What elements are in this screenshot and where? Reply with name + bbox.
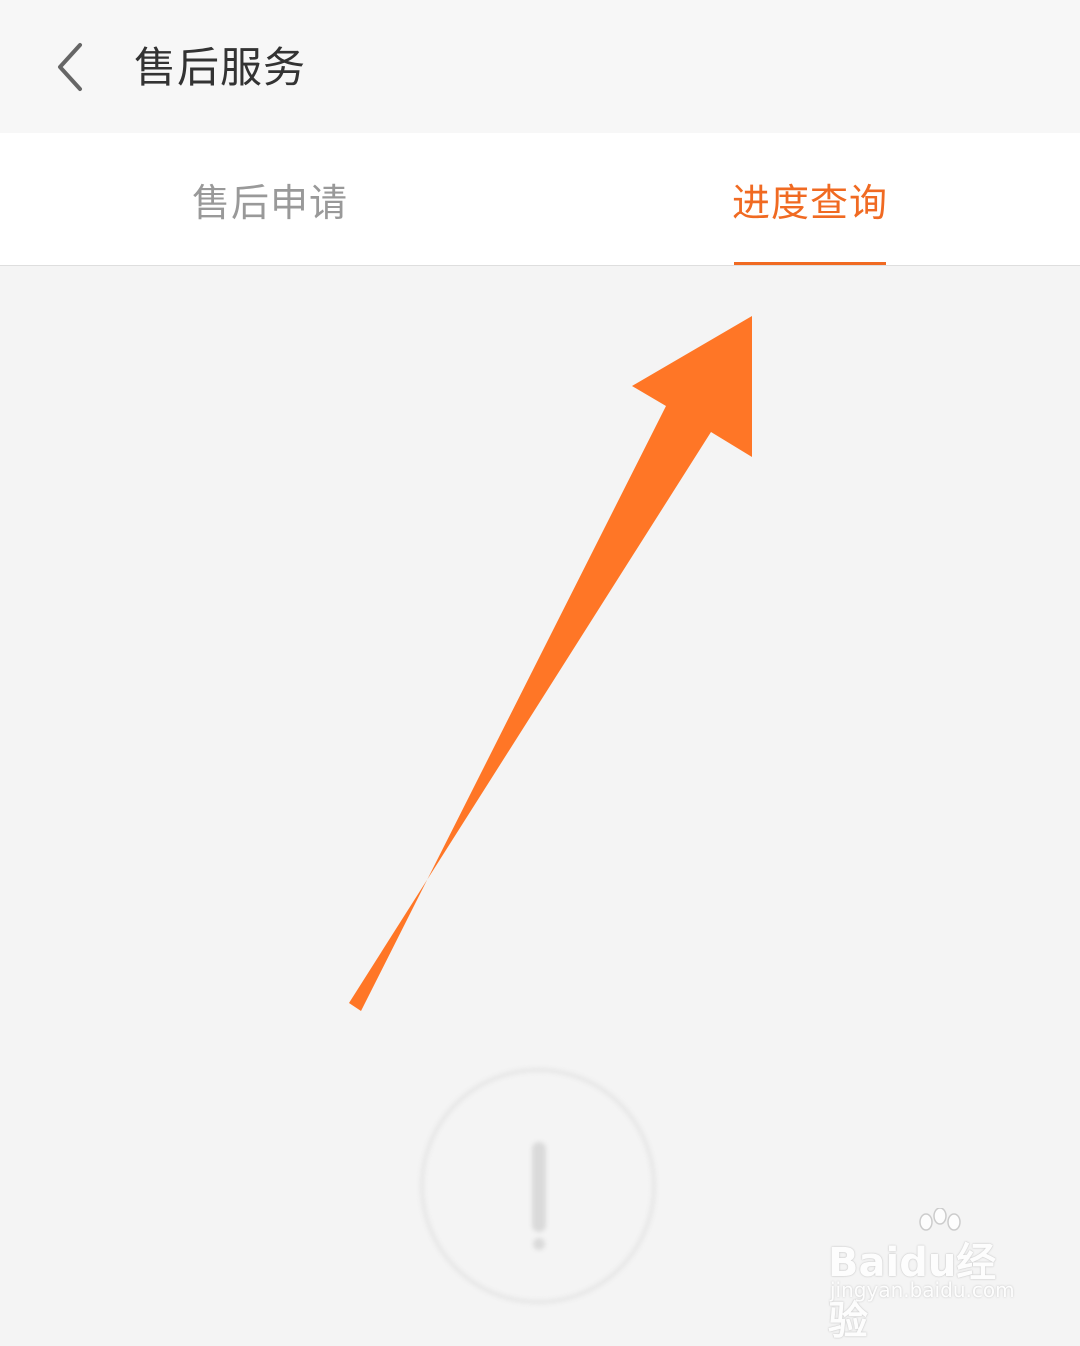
watermark-url: jingyan.baidu.com: [830, 1278, 1015, 1302]
annotation-arrow-icon: [349, 316, 752, 1011]
baidu-jingyan-watermark: Baidu经验 jingyan.baidu.com: [828, 1208, 1028, 1344]
